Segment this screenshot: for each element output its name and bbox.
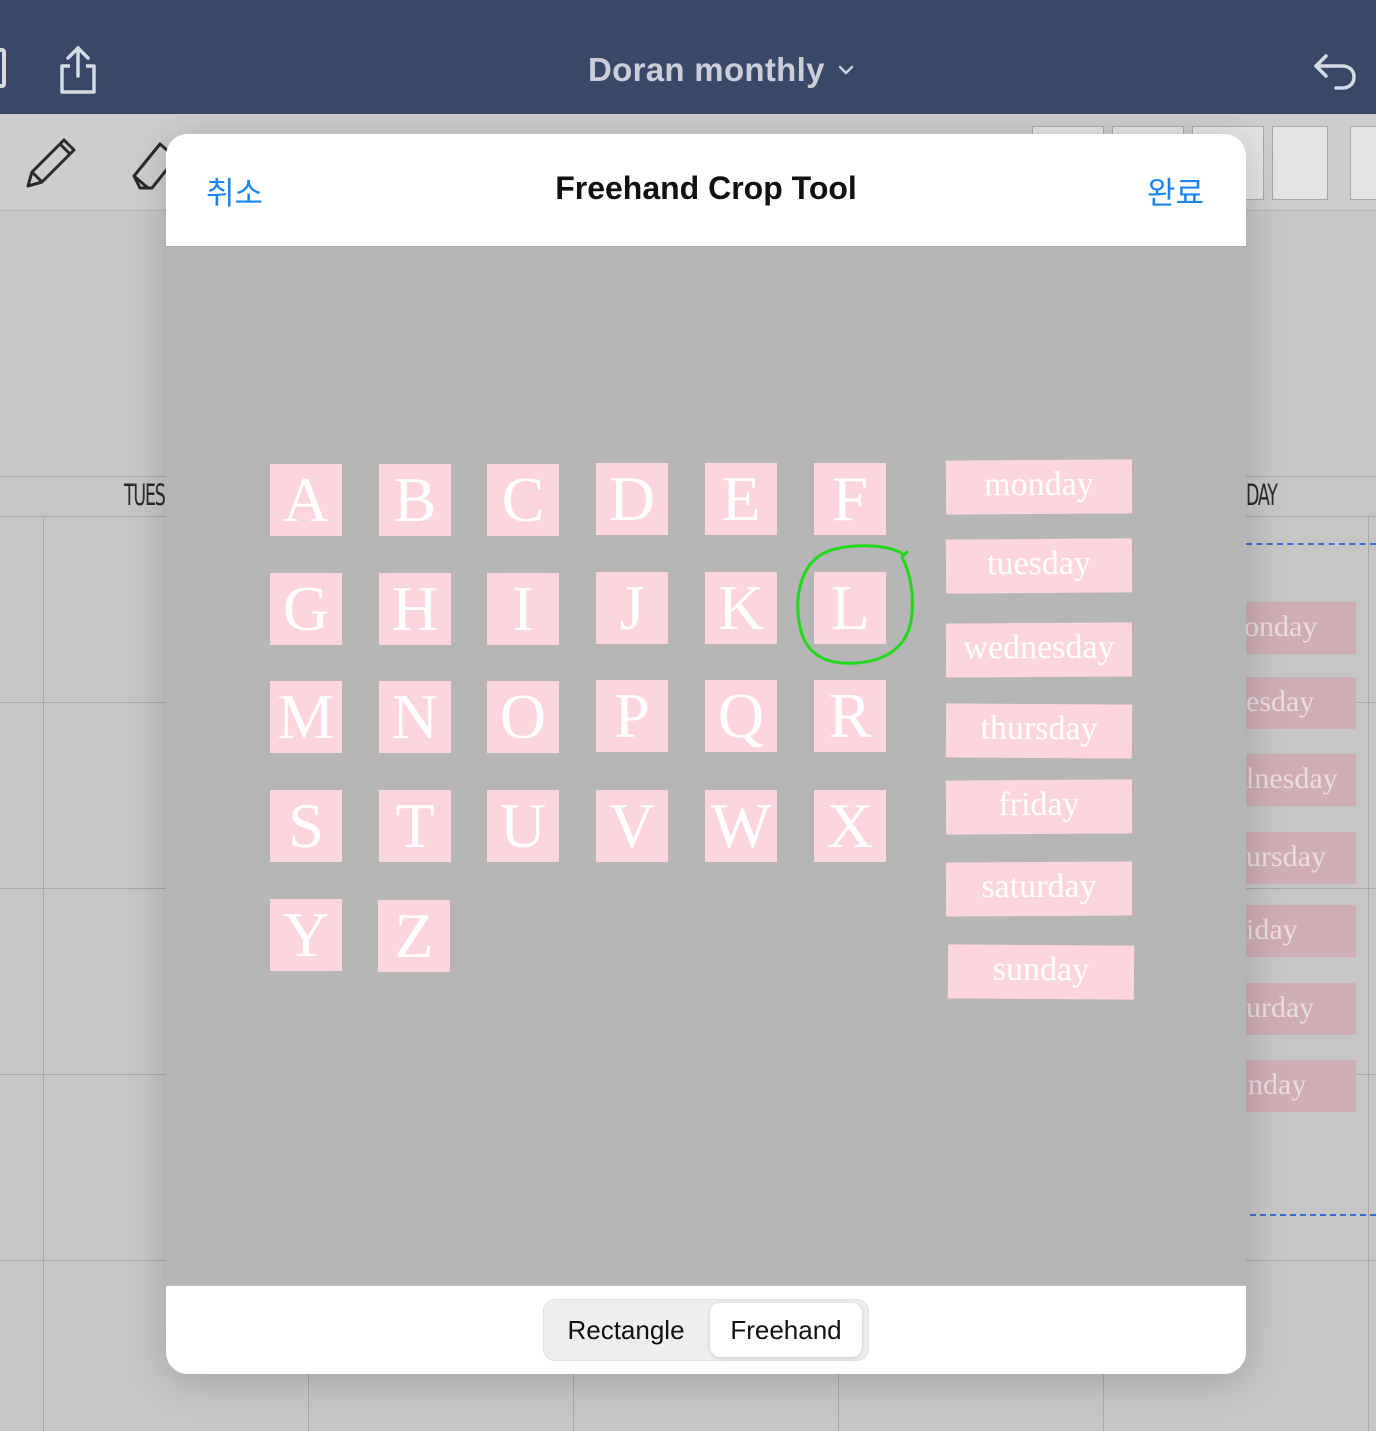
weekday-sticker[interactable]: tuesday — [945, 538, 1133, 594]
letter-sticker[interactable]: O — [487, 681, 559, 753]
letter-sticker[interactable]: B — [379, 464, 451, 536]
letter-sticker[interactable]: N — [379, 681, 451, 753]
grid-line — [573, 1374, 574, 1431]
freehand-mode-option[interactable]: Freehand — [710, 1303, 862, 1357]
weekday-sticker[interactable]: sunday — [947, 944, 1135, 1000]
grid-line — [838, 1374, 839, 1431]
dashed-guide — [1250, 1214, 1376, 1216]
grid-line — [1368, 516, 1369, 1431]
grid-line — [308, 1374, 309, 1431]
background-sticker: ursday — [1238, 832, 1356, 884]
top-navigation-bar: Doran monthly — [0, 0, 1376, 114]
letter-sticker[interactable]: Q — [705, 680, 777, 752]
chevron-down-icon[interactable] — [836, 60, 856, 80]
letter-sticker[interactable]: C — [487, 464, 559, 536]
background-sticker: iday — [1238, 905, 1356, 957]
background-sticker: lnesday — [1238, 754, 1356, 806]
page-thumbnail — [1272, 126, 1328, 200]
letter-sticker[interactable]: T — [379, 790, 451, 862]
letter-sticker[interactable]: M — [270, 681, 342, 753]
letter-sticker[interactable]: Y — [270, 899, 342, 971]
letter-sticker[interactable]: I — [487, 573, 559, 645]
background-sticker: urday — [1238, 983, 1356, 1035]
letter-sticker[interactable]: U — [487, 790, 559, 862]
share-icon[interactable] — [56, 44, 100, 96]
crop-canvas[interactable]: A B C D E F G H I J K L M N O P Q R S T … — [166, 247, 1246, 1285]
letter-sticker[interactable]: G — [270, 573, 342, 645]
letter-sticker[interactable]: V — [596, 790, 668, 862]
modal-header: 취소 Freehand Crop Tool 완료 — [166, 134, 1246, 247]
grid-line — [1103, 1374, 1104, 1431]
letter-sticker[interactable]: W — [705, 790, 777, 862]
weekday-sticker[interactable]: wednesday — [945, 622, 1133, 678]
grid-line — [43, 516, 44, 1431]
crop-tool-modal: 취소 Freehand Crop Tool 완료 A B C D E F G H… — [166, 134, 1246, 1374]
weekday-heading: TUES — [124, 478, 166, 512]
crop-mode-segmented-control: Rectangle Freehand — [543, 1299, 869, 1361]
letter-sticker[interactable]: S — [270, 790, 342, 862]
letter-sticker[interactable]: X — [814, 790, 886, 862]
background-sticker: nday — [1238, 1060, 1356, 1112]
sidebar-toggle-icon[interactable] — [0, 48, 6, 88]
weekday-sticker[interactable]: saturday — [945, 861, 1133, 917]
rectangle-mode-option[interactable]: Rectangle — [548, 1303, 704, 1357]
background-sticker: esday — [1238, 677, 1356, 729]
letter-sticker[interactable]: A — [270, 464, 342, 536]
weekday-heading: DAY — [1246, 478, 1278, 512]
letter-sticker[interactable]: P — [596, 680, 668, 752]
undo-icon[interactable] — [1310, 48, 1358, 92]
letter-sticker[interactable]: F — [814, 463, 886, 535]
freehand-selection-path — [796, 544, 914, 665]
letter-sticker[interactable]: Z — [378, 900, 450, 972]
document-title[interactable]: Doran monthly — [588, 50, 825, 90]
dashed-guide — [1246, 543, 1376, 545]
letter-sticker-selected[interactable]: L — [814, 572, 886, 644]
modal-title: Freehand Crop Tool — [555, 170, 857, 206]
weekday-sticker[interactable]: thursday — [945, 703, 1133, 759]
page-thumbnail — [1350, 126, 1376, 200]
letter-sticker[interactable]: H — [379, 573, 451, 645]
letter-sticker[interactable]: K — [705, 572, 777, 644]
letter-sticker[interactable]: J — [596, 572, 668, 644]
done-button[interactable]: 완료 — [1147, 168, 1204, 213]
letter-sticker[interactable]: D — [596, 463, 668, 535]
letter-sticker[interactable]: R — [814, 680, 886, 752]
modal-footer: Rectangle Freehand — [166, 1285, 1246, 1374]
weekday-sticker[interactable]: friday — [945, 779, 1133, 835]
pencil-icon — [26, 138, 76, 188]
weekday-sticker[interactable]: monday — [945, 459, 1133, 515]
background-sticker: onday — [1238, 602, 1356, 654]
letter-sticker[interactable]: E — [705, 463, 777, 535]
